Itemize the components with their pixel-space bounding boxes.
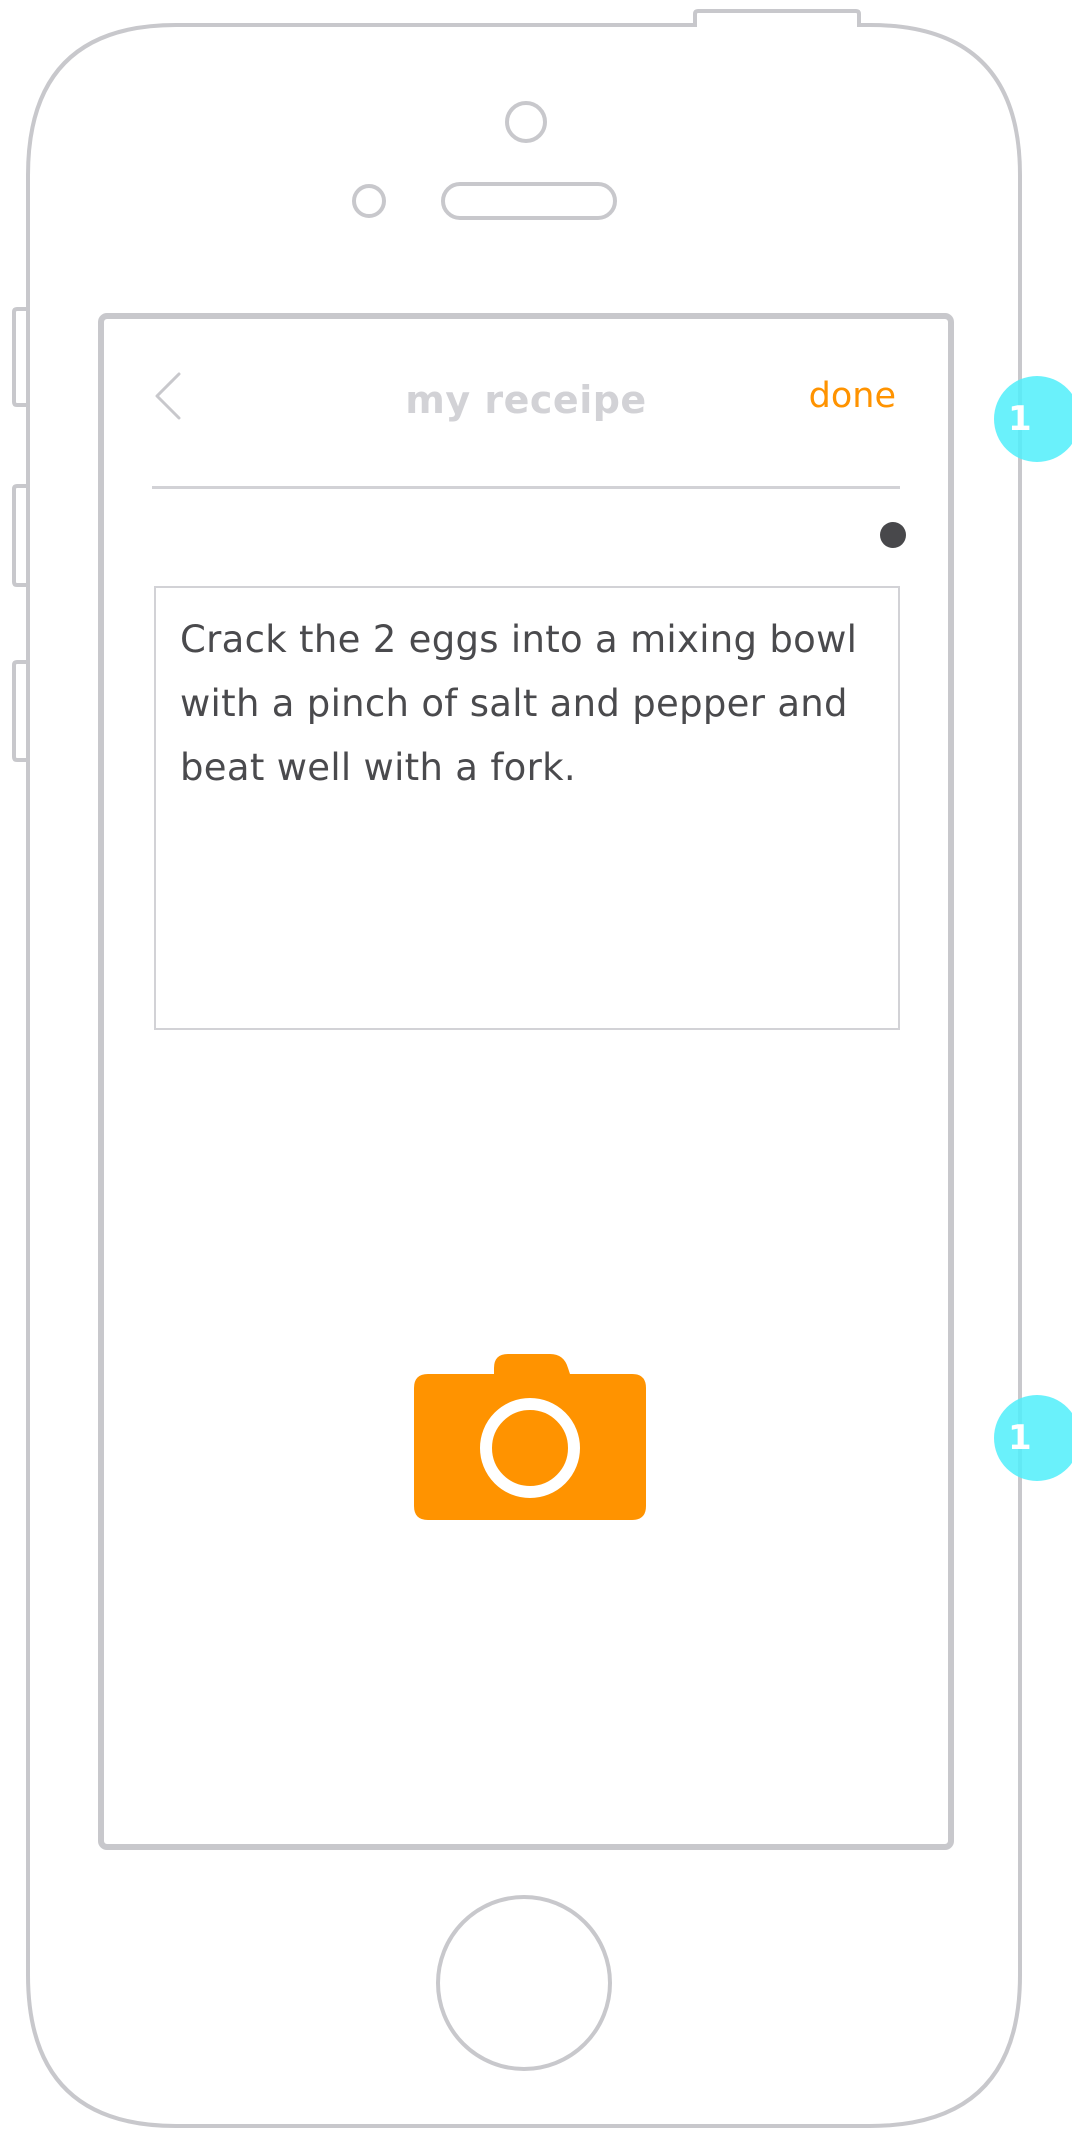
nav-divider	[152, 486, 900, 489]
camera-button[interactable]	[414, 1354, 646, 1520]
done-button[interactable]: done	[809, 376, 896, 416]
navigation-bar: my receipe done	[152, 358, 900, 428]
page-title: my receipe	[405, 378, 647, 422]
dot-icon	[880, 522, 906, 548]
annotation-marker: 1	[994, 1395, 1072, 1481]
camera-icon	[414, 1354, 646, 1520]
app-screen: my receipe done Crack the 2 eggs into a …	[104, 318, 948, 1846]
recipe-step-textarea[interactable]: Crack the 2 eggs into a mixing bowl with…	[154, 586, 900, 1030]
annotation-marker: 1	[994, 376, 1072, 462]
home-button[interactable]	[436, 1895, 612, 2071]
